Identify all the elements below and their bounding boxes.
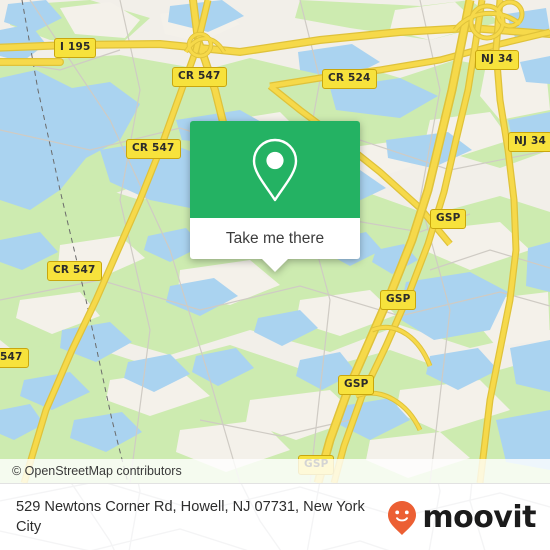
- location-pin-icon: [252, 138, 298, 201]
- shield-i-195: I 195: [54, 38, 97, 58]
- attribution-text: © OpenStreetMap contributors: [12, 464, 182, 478]
- moovit-logo[interactable]: moovit: [387, 500, 536, 536]
- shield-cr-547-a: CR 547: [172, 67, 227, 87]
- take-me-there-button[interactable]: Take me there: [190, 218, 360, 259]
- shield-gsp-b: GSP: [380, 290, 417, 310]
- callout-header: [190, 121, 360, 218]
- map-attribution[interactable]: © OpenStreetMap contributors: [0, 459, 550, 483]
- callout-tail: [262, 259, 288, 272]
- moovit-wordmark: moovit: [422, 499, 536, 535]
- map-callout-card[interactable]: Take me there: [190, 121, 360, 272]
- shield-gsp-c: GSP: [338, 375, 375, 395]
- shield-cr-547-c: CR 547: [47, 261, 102, 281]
- shield-cr-547-b: CR 547: [126, 139, 181, 159]
- shield-nj-34-a: NJ 34: [475, 50, 519, 70]
- shield-cr-524: CR 524: [322, 69, 377, 89]
- shield-nj-34-b: NJ 34: [508, 132, 550, 152]
- footer-bar: 529 Newtons Corner Rd, Howell, NJ 07731,…: [0, 483, 550, 550]
- address-text: 529 Newtons Corner Rd, Howell, NJ 07731,…: [16, 498, 365, 535]
- footer-content: 529 Newtons Corner Rd, Howell, NJ 07731,…: [0, 484, 550, 550]
- shield-gsp-a: GSP: [430, 209, 467, 229]
- take-me-there-label: Take me there: [225, 229, 325, 247]
- shield-cr-547-d: 547: [0, 348, 29, 368]
- moovit-smiley-pin-icon: [388, 500, 417, 535]
- screenshot-root: I 195 CR 547 CR 524 NJ 34 CR 547 NJ 34 GSP CR 5…: [0, 0, 550, 550]
